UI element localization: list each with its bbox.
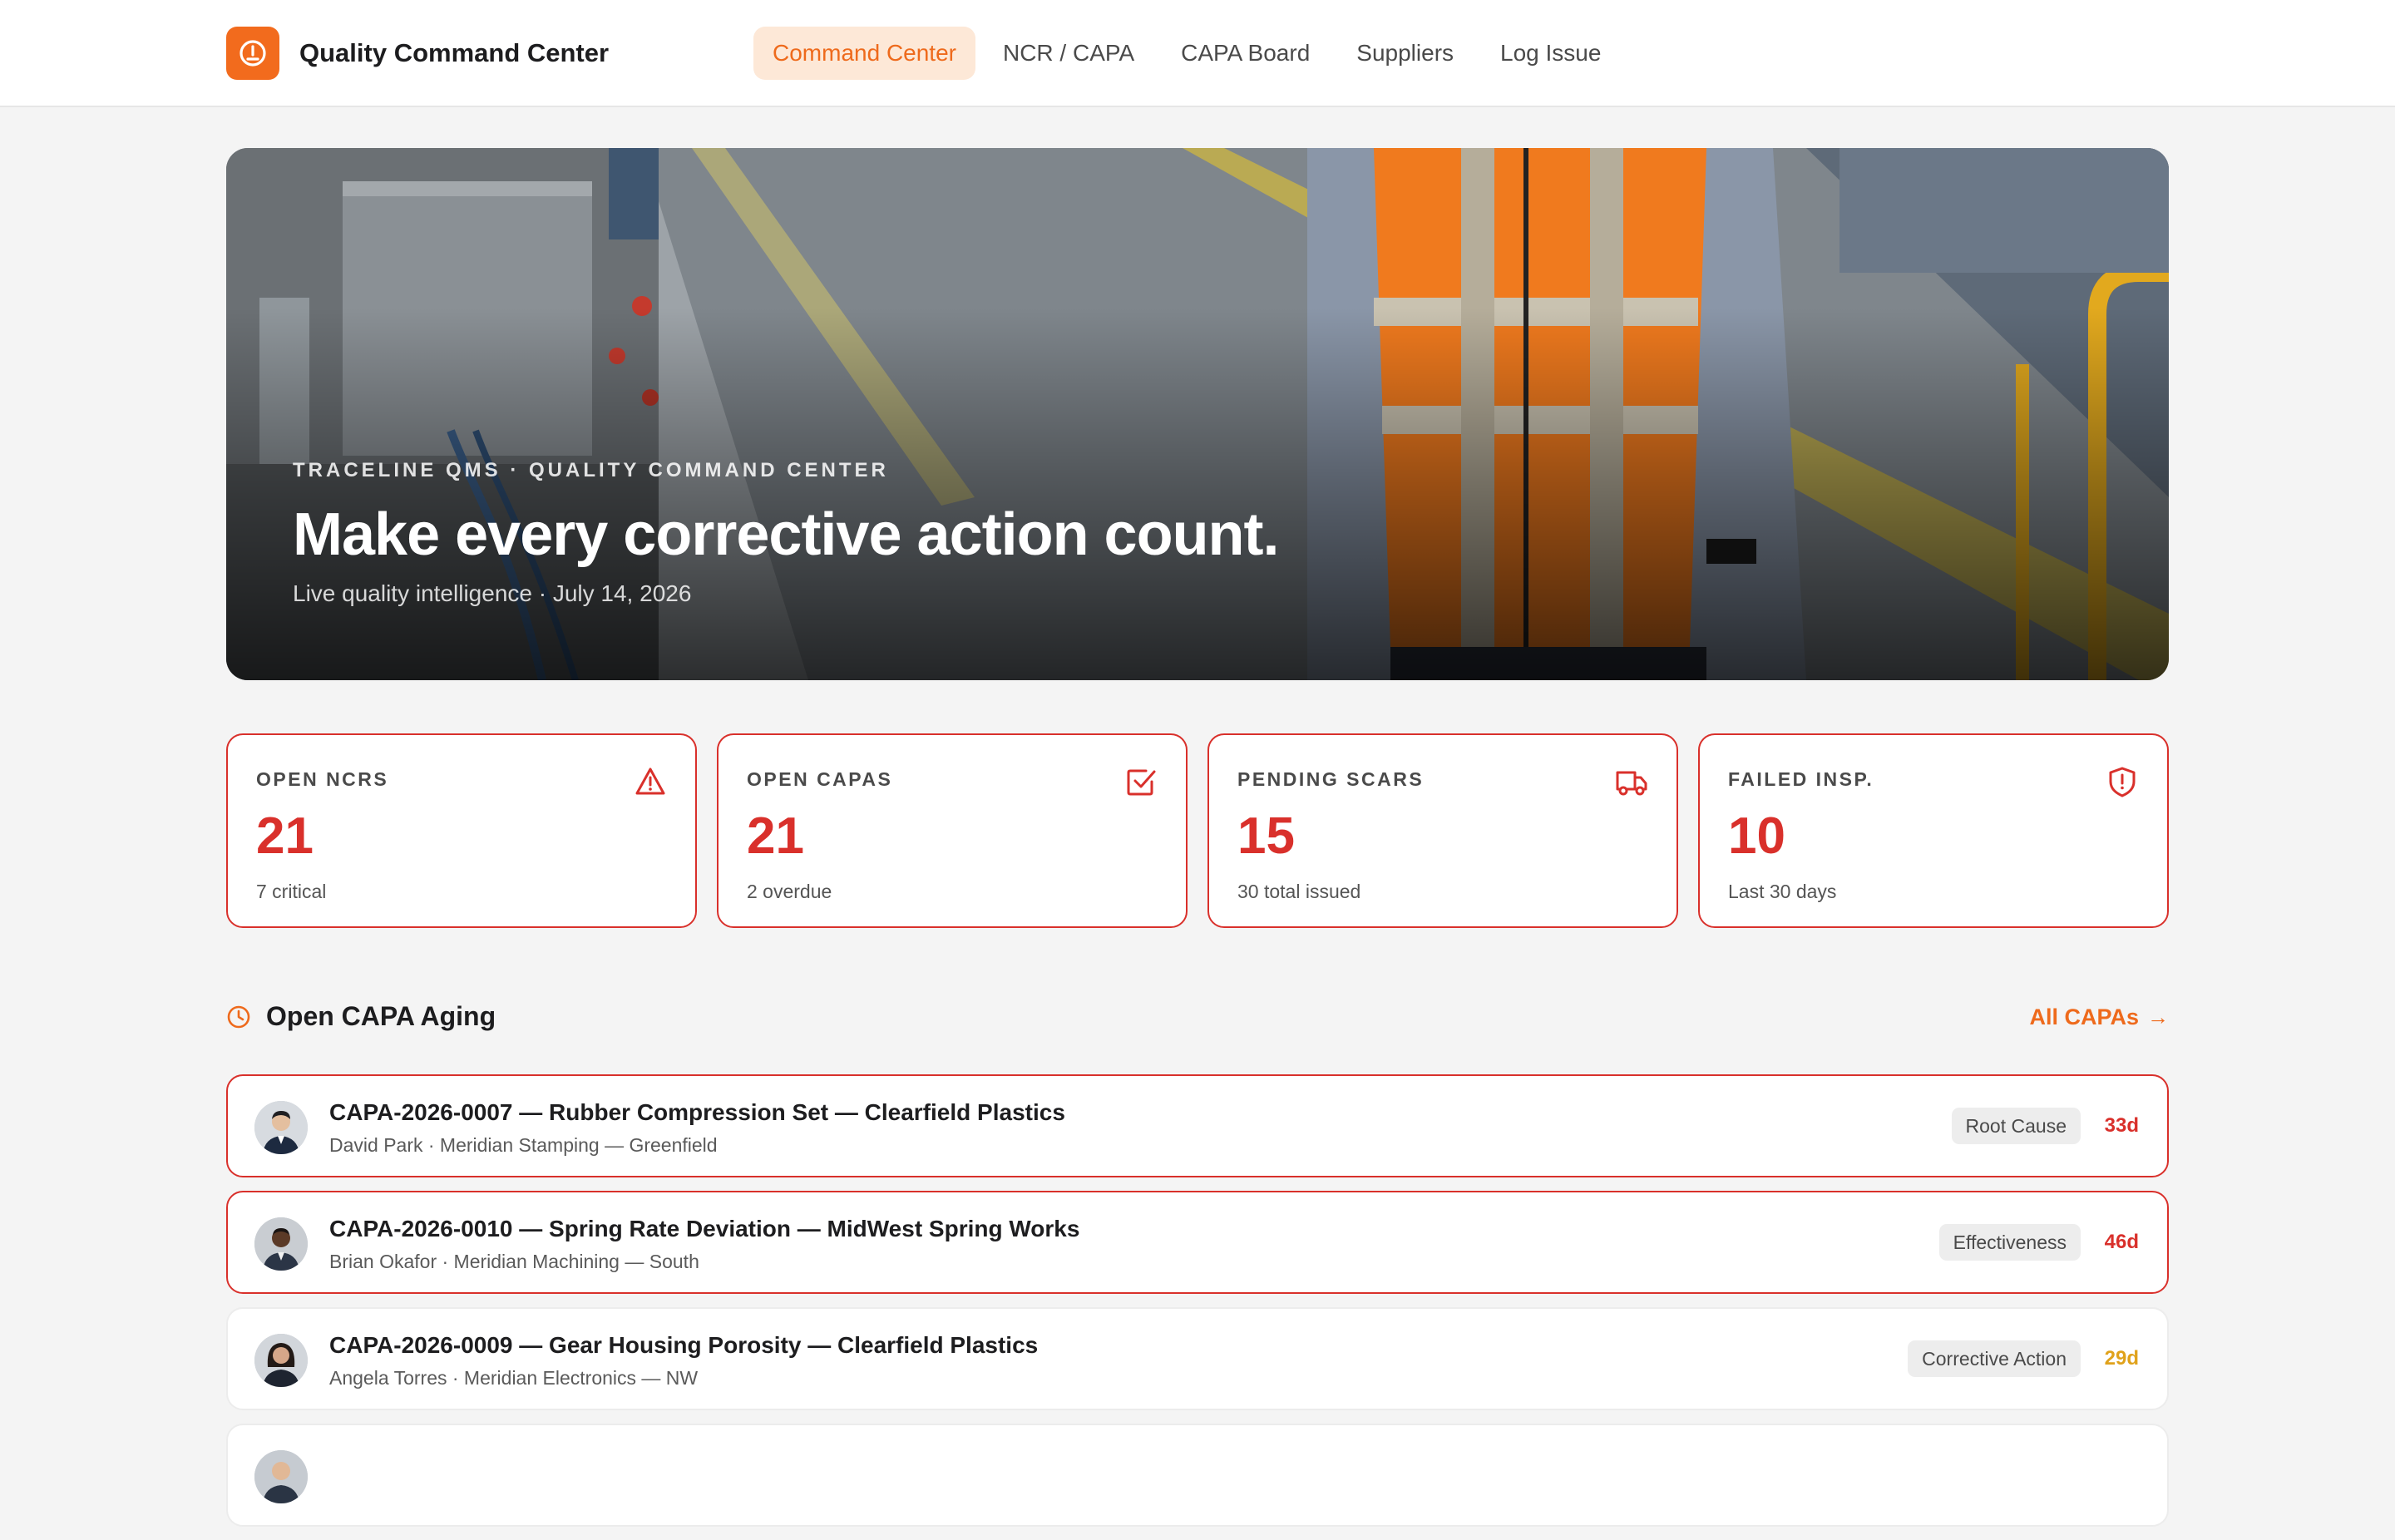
avatar bbox=[254, 1217, 308, 1271]
kpi-note: 2 overdue bbox=[747, 881, 832, 902]
nav-capa-board[interactable]: CAPA Board bbox=[1162, 27, 1329, 80]
all-capas-link[interactable]: All CAPAs → bbox=[2029, 1004, 2169, 1030]
section-title-group: Open CAPA Aging bbox=[226, 1001, 496, 1032]
all-capas-label: All CAPAs bbox=[2029, 1004, 2139, 1029]
shield-alert-icon bbox=[2109, 767, 2136, 797]
capa-status-group: Corrective Action 29d bbox=[1908, 1340, 2139, 1377]
nav-command-center[interactable]: Command Center bbox=[753, 27, 975, 80]
capa-title: CAPA-2026-0010 — Spring Rate Deviation —… bbox=[329, 1216, 1080, 1241]
kpi-open-ncrs[interactable]: OPEN NCRS 21 7 critical bbox=[226, 733, 697, 928]
section-title: Open CAPA Aging bbox=[266, 1001, 496, 1031]
kpi-note: 7 critical bbox=[256, 881, 327, 902]
age-days: 29d bbox=[2104, 1347, 2139, 1370]
hero-eyebrow: TRACELINE QMS · QUALITY COMMAND CENTER bbox=[293, 459, 889, 481]
age-days: 33d bbox=[2104, 1114, 2139, 1137]
stage-badge: Corrective Action bbox=[1908, 1340, 2081, 1377]
capa-row[interactable]: CAPA-2026-0010 — Spring Rate Deviation —… bbox=[226, 1191, 2169, 1294]
age-days: 46d bbox=[2104, 1231, 2139, 1253]
stage-badge: Effectiveness bbox=[1938, 1224, 2081, 1261]
kpi-label: OPEN NCRS bbox=[256, 768, 389, 790]
nav-ncr-capa[interactable]: NCR / CAPA bbox=[984, 27, 1153, 80]
capa-meta: Brian Okafor · Meridian Machining — Sout… bbox=[329, 1251, 699, 1272]
nav-log-issue[interactable]: Log Issue bbox=[1481, 27, 1620, 80]
kpi-value: 15 bbox=[1237, 807, 1295, 865]
capa-meta: Angela Torres · Meridian Electronics — N… bbox=[329, 1367, 699, 1389]
top-nav-bar: Quality Command Center Command Center NC… bbox=[0, 0, 2395, 107]
checkbox-icon bbox=[1127, 769, 1156, 796]
brand-logo-icon bbox=[226, 27, 279, 80]
kpi-label: PENDING SCARS bbox=[1237, 768, 1425, 790]
kpi-label: OPEN CAPAS bbox=[747, 768, 893, 790]
app-title: Quality Command Center bbox=[299, 38, 610, 67]
kpi-value: 21 bbox=[256, 807, 314, 865]
nav-suppliers[interactable]: Suppliers bbox=[1337, 27, 1473, 80]
kpi-failed-inspections[interactable]: FAILED INSP. 10 Last 30 days bbox=[1698, 733, 2169, 928]
truck-icon bbox=[1616, 771, 1647, 796]
hero-title: Make every corrective action count. bbox=[293, 501, 1280, 568]
hero-subtitle: Live quality intelligence · July 14, 202… bbox=[293, 580, 692, 606]
capa-aging-header: Open CAPA Aging All CAPAs → bbox=[226, 998, 2169, 1038]
capa-title: CAPA-2026-0009 — Gear Housing Porosity —… bbox=[329, 1332, 1039, 1358]
warning-triangle-icon bbox=[635, 768, 665, 795]
stage-badge: Root Cause bbox=[1951, 1108, 2081, 1144]
avatar bbox=[254, 1101, 308, 1154]
capa-aging-list: CAPA-2026-0007 — Rubber Compression Set … bbox=[226, 1074, 2169, 1540]
arrow-right-icon: → bbox=[2147, 1004, 2169, 1029]
main-nav: Command Center NCR / CAPA CAPA Board Sup… bbox=[753, 27, 1628, 80]
capa-row-partial[interactable] bbox=[226, 1424, 2169, 1527]
capa-row[interactable]: CAPA-2026-0007 — Rubber Compression Set … bbox=[226, 1074, 2169, 1177]
kpi-open-capas[interactable]: OPEN CAPAS 21 2 overdue bbox=[717, 733, 1188, 928]
hero-banner: TRACELINE QMS · QUALITY COMMAND CENTER M… bbox=[226, 148, 2169, 680]
kpi-note: 30 total issued bbox=[1237, 881, 1361, 902]
kpi-value: 10 bbox=[1728, 807, 1785, 865]
kpi-pending-scars[interactable]: PENDING SCARS 15 30 total issued bbox=[1207, 733, 1678, 928]
brand[interactable]: Quality Command Center bbox=[226, 27, 609, 80]
avatar bbox=[254, 1334, 308, 1387]
clock-icon bbox=[227, 1005, 250, 1028]
kpi-note: Last 30 days bbox=[1728, 881, 1837, 902]
kpi-label: FAILED INSP. bbox=[1728, 768, 1874, 790]
capa-status-group: Root Cause 33d bbox=[1951, 1108, 2139, 1144]
capa-status-group: Effectiveness 46d bbox=[1938, 1224, 2139, 1261]
kpi-cards: OPEN NCRS 21 7 critical OPEN CAPAS 21 2 … bbox=[226, 733, 2169, 928]
kpi-value: 21 bbox=[747, 807, 804, 865]
capa-title: CAPA-2026-0007 — Rubber Compression Set … bbox=[329, 1099, 1065, 1125]
capa-row[interactable]: CAPA-2026-0009 — Gear Housing Porosity —… bbox=[226, 1307, 2169, 1410]
capa-meta: David Park · Meridian Stamping — Greenfi… bbox=[329, 1134, 718, 1156]
